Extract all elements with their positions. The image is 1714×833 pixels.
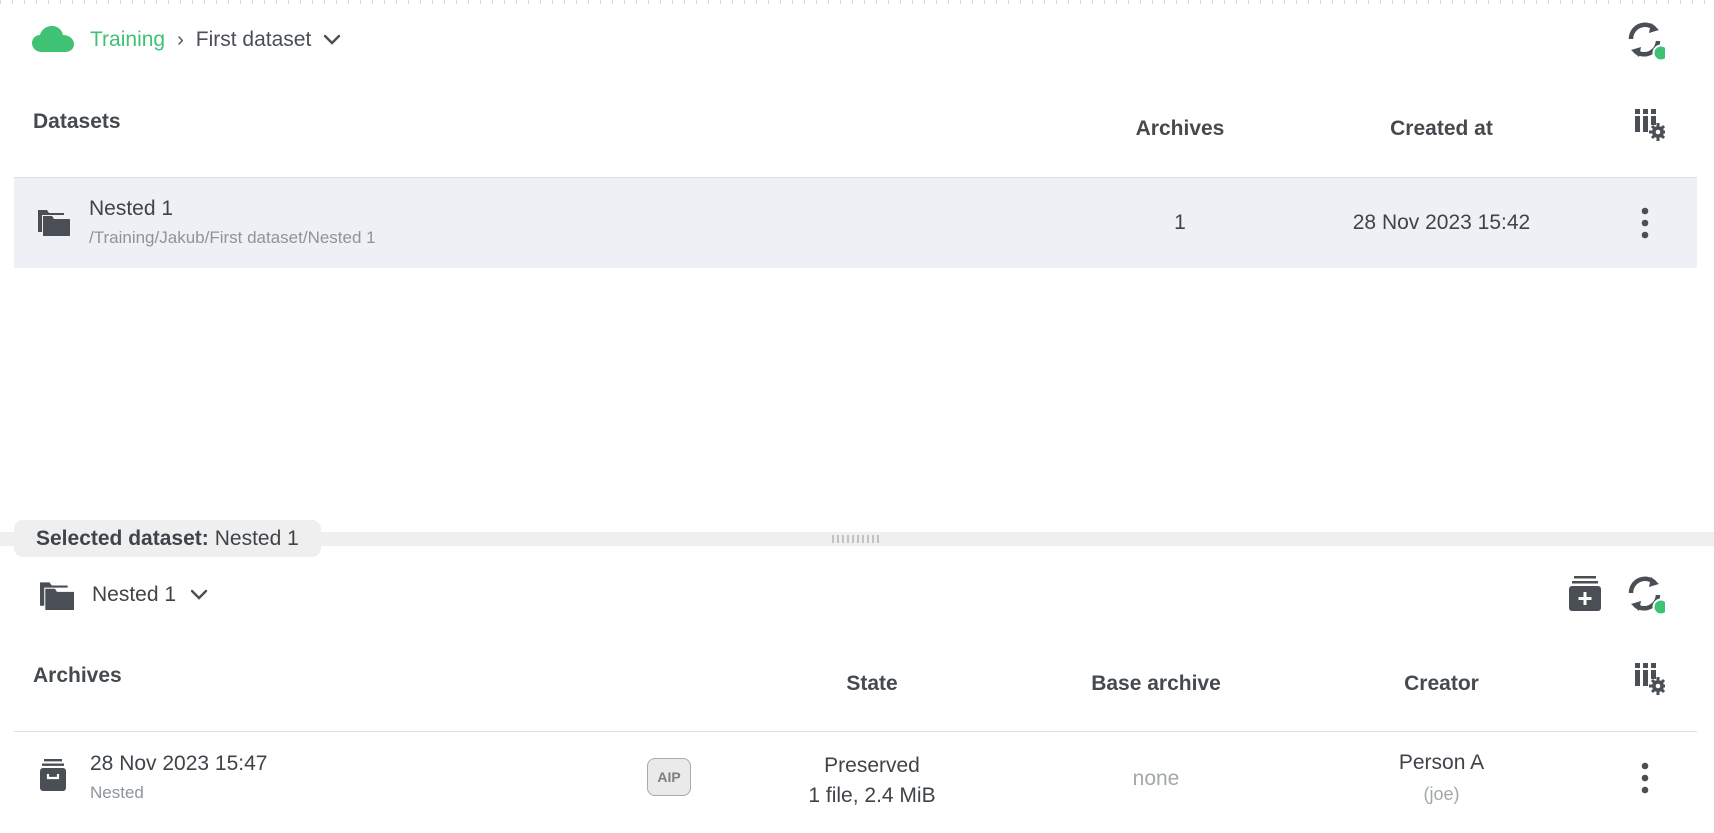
archive-box-icon bbox=[39, 758, 67, 797]
breadcrumb-current[interactable]: First dataset bbox=[196, 28, 312, 52]
refresh-icon bbox=[1628, 576, 1670, 616]
dataset-actions-button[interactable] bbox=[1630, 203, 1660, 243]
archives-column-settings-button[interactable] bbox=[1633, 661, 1667, 695]
kebab-menu-icon bbox=[1641, 207, 1649, 239]
breadcrumb: Training › First dataset bbox=[32, 20, 341, 60]
selected-dataset-label: Selected dataset: bbox=[36, 526, 209, 550]
aip-badge: AIP bbox=[647, 758, 691, 796]
archive-state: Preserved 1 file, 2.4 MiB bbox=[772, 751, 972, 811]
dataset-selector-label: Nested 1 bbox=[92, 583, 177, 606]
archive-description: Nested bbox=[90, 783, 144, 802]
column-settings-icon bbox=[1635, 109, 1667, 141]
folder-stack-icon bbox=[38, 206, 70, 241]
dataset-path: /Training/Jakub/First dataset/Nested 1 bbox=[89, 228, 376, 247]
chevron-down-icon bbox=[190, 589, 208, 601]
column-settings-icon bbox=[1635, 663, 1667, 695]
dataset-name[interactable]: Nested 1 bbox=[89, 197, 173, 221]
column-header-created-at[interactable]: Created at bbox=[1340, 117, 1543, 141]
column-header-archives[interactable]: Archives bbox=[1100, 117, 1260, 141]
top-ruler bbox=[0, 0, 1714, 4]
create-archive-button[interactable] bbox=[1568, 574, 1602, 612]
dataset-selector[interactable]: Nested 1 bbox=[92, 579, 208, 611]
archives-title: Archives bbox=[33, 664, 122, 687]
refresh-button[interactable] bbox=[1625, 20, 1670, 62]
dataset-archives-count: 1 bbox=[1174, 211, 1186, 234]
dataset-created-at: 28 Nov 2023 15:42 bbox=[1352, 211, 1531, 234]
selected-dataset-value: Nested 1 bbox=[214, 526, 299, 550]
chevron-down-icon[interactable] bbox=[323, 34, 341, 46]
breadcrumb-separator: › bbox=[177, 28, 184, 51]
add-archive-icon bbox=[1569, 576, 1601, 611]
datasets-title: Datasets bbox=[33, 110, 121, 133]
cloud-icon bbox=[32, 26, 74, 54]
resize-handle[interactable] bbox=[832, 535, 880, 543]
folder-stack-icon bbox=[40, 578, 74, 615]
archive-creator-name: Person A bbox=[1398, 751, 1485, 774]
archive-state-label: Preserved bbox=[824, 754, 920, 777]
refresh-icon bbox=[1628, 22, 1670, 62]
column-header-base-archive[interactable]: Base archive bbox=[1055, 672, 1257, 696]
archive-creator-login: (joe) bbox=[1423, 784, 1460, 804]
column-settings-button[interactable] bbox=[1633, 107, 1667, 141]
breadcrumb-root-link[interactable]: Training bbox=[90, 28, 165, 52]
column-header-state[interactable]: State bbox=[772, 672, 972, 696]
selected-dataset-tab: Selected dataset: Nested 1 bbox=[14, 520, 321, 557]
archives-refresh-button[interactable] bbox=[1625, 574, 1670, 616]
archive-actions-button[interactable] bbox=[1630, 758, 1660, 798]
archive-base-archive: none bbox=[1132, 767, 1180, 790]
archive-name[interactable]: 28 Nov 2023 15:47 bbox=[90, 752, 267, 776]
column-header-creator[interactable]: Creator bbox=[1340, 672, 1543, 696]
archive-state-detail: 1 file, 2.4 MiB bbox=[808, 784, 936, 807]
kebab-menu-icon bbox=[1641, 762, 1649, 794]
